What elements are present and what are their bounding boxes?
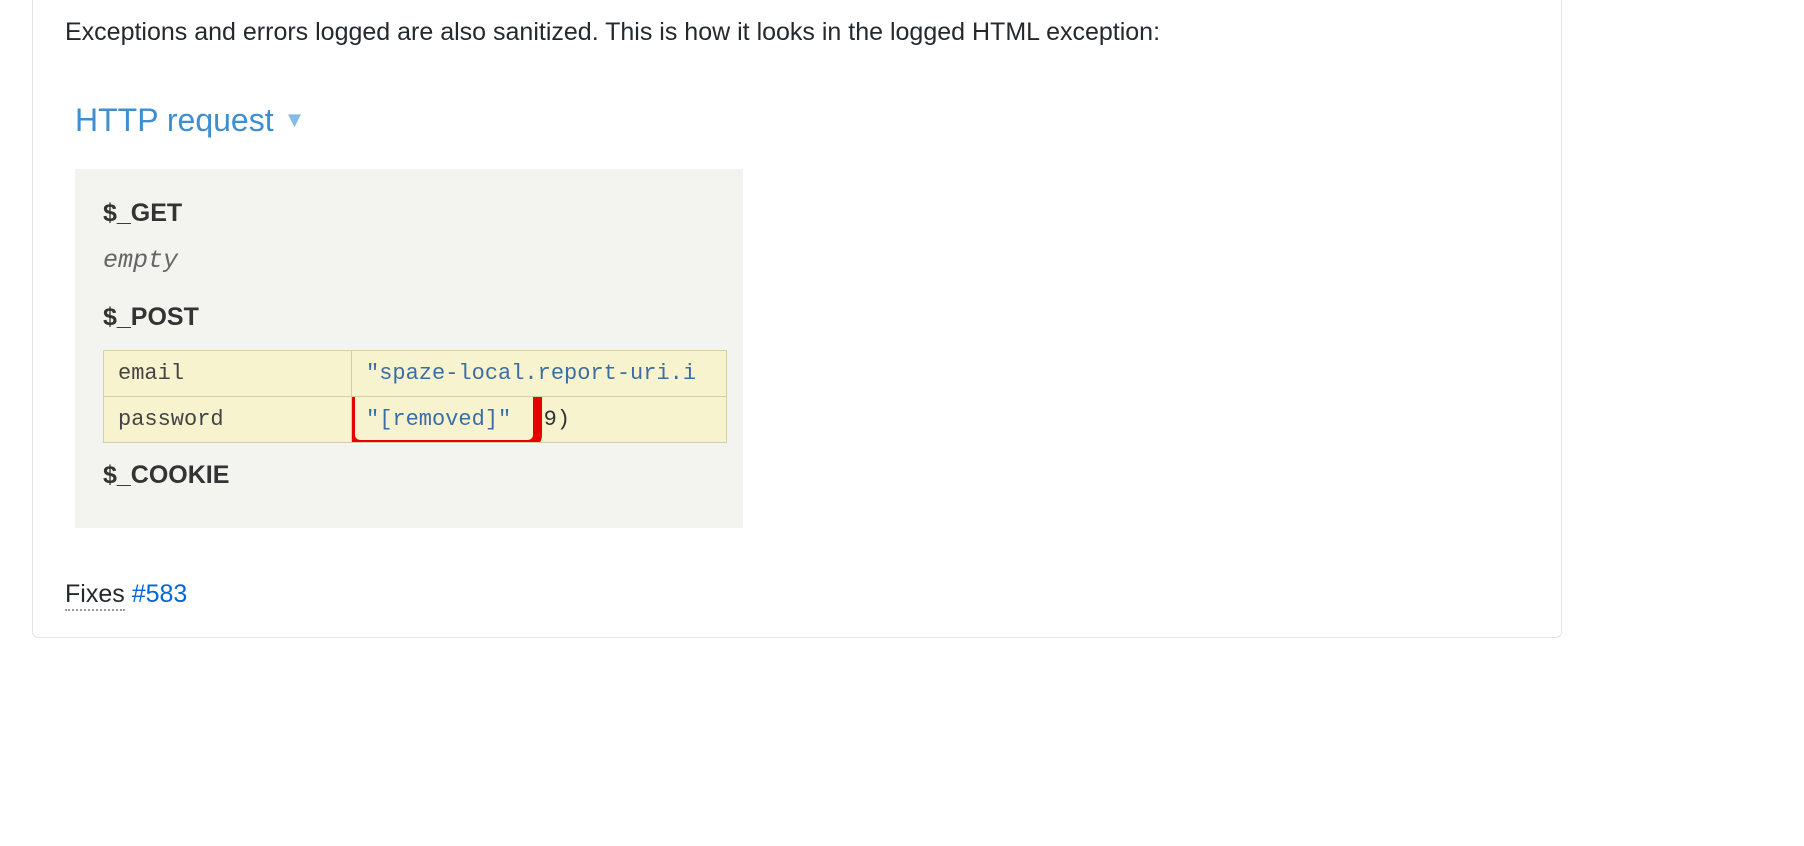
comment-body-container: Exceptions and errors logged are also sa… (32, 0, 1562, 638)
get-heading: $_GET (75, 199, 743, 228)
post-password-string: "[removed]" (366, 407, 511, 432)
post-key-email: email (104, 350, 352, 396)
intro-paragraph: Exceptions and errors logged are also sa… (65, 0, 1529, 62)
table-row: password "[removed]" (9) (104, 396, 727, 442)
http-request-label: HTTP request (75, 102, 274, 139)
http-request-heading[interactable]: HTTP request ▼ (75, 102, 1529, 139)
post-heading: $_POST (75, 303, 743, 332)
fixes-word: Fixes (65, 580, 125, 611)
collapse-triangle-icon: ▼ (284, 109, 306, 131)
fixes-line: Fixes #583 (65, 580, 1529, 609)
cookie-heading: $_COOKIE (75, 461, 743, 490)
post-val-email: "spaze-local.report-uri.i (352, 350, 727, 396)
get-empty-value: empty (75, 246, 743, 275)
issue-link[interactable]: #583 (132, 580, 188, 608)
post-val-password: "[removed]" (9) (352, 396, 727, 442)
table-row: email "spaze-local.report-uri.i (104, 350, 727, 396)
post-password-length: (9) (530, 407, 570, 432)
post-table: email "spaze-local.report-uri.i password… (103, 350, 727, 443)
exception-panel: $_GET empty $_POST email "spaze-local.re… (75, 169, 743, 528)
post-key-password: password (104, 396, 352, 442)
post-email-string: "spaze-local.report-uri.i (366, 361, 696, 386)
exception-screenshot-block: HTTP request ▼ $_GET empty $_POST email … (75, 102, 1529, 528)
